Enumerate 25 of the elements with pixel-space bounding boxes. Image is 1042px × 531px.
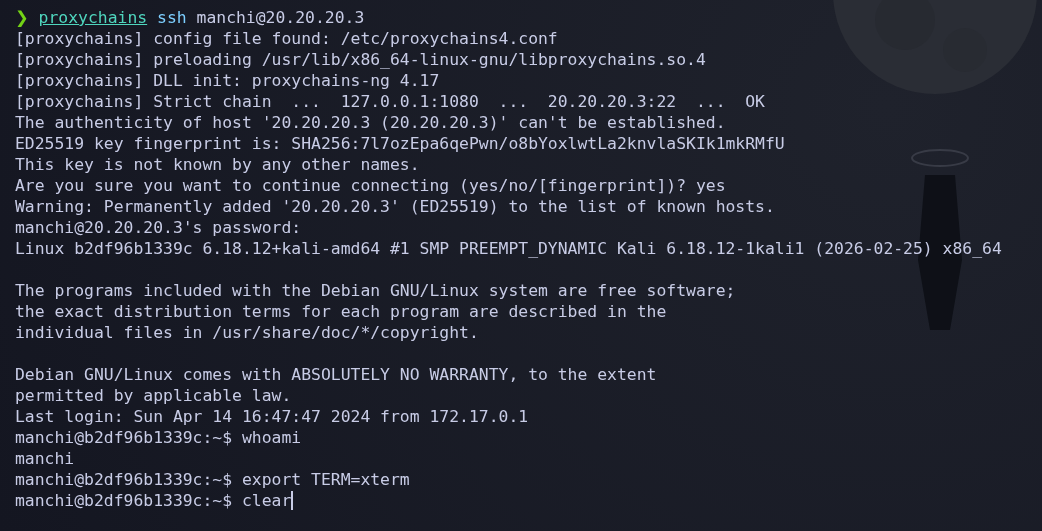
- output-line: permitted by applicable law.: [15, 386, 292, 405]
- output-line: manchi@20.20.20.3's password:: [15, 218, 302, 237]
- output-line: [proxychains] Strict chain ... 127.0.0.1:1080 ... 20.20.20.3:22 ... OK: [15, 92, 765, 111]
- command-line: manchi@b2df96b1339c:~$ clear: [15, 490, 292, 511]
- output-line: The authenticity of host '20.20.20.3 (20.20.20.3)' can't be established.: [15, 113, 726, 132]
- output-line: Debian GNU/Linux comes with ABSOLUTELY NO WARRANTY, to the extent: [15, 365, 657, 384]
- output-line: The programs included with the Debian GNU/Linux system are free software;: [15, 281, 736, 300]
- output-line: This key is not known by any other names.: [15, 155, 420, 174]
- output-line: [proxychains] config file found: /etc/proxychains4.conf: [15, 29, 558, 48]
- output-line: individual files in /usr/share/doc/*/copyright.: [15, 323, 479, 342]
- command-line: manchi@b2df96b1339c:~$ whoami: [15, 427, 302, 448]
- output-line: Warning: Permanently added '20.20.20.3' (ED25519) to the list of known hosts.: [15, 197, 775, 216]
- output-line: ED25519 key fingerprint is: SHA256:7l7ozEpa6qePwn/o8bYoxlwtLa2knvlaSKIk1mkRMfU: [15, 134, 785, 153]
- command-word: proxychains: [38, 8, 148, 27]
- output-line: the exact distribution terms for each program are described in the: [15, 302, 667, 321]
- command-line: manchi@b2df96b1339c:~$ export TERM=xterm: [15, 469, 410, 490]
- output-line: Last login: Sun Apr 14 16:47:47 2024 from 172.17.0.1: [15, 407, 529, 426]
- output-line: Linux b2df96b1339c 6.18.12+kali-amd64 #1 SMP PREEMPT_DYNAMIC Kali 6.18.12-1kali1 (2026-02-25) x86_64: [15, 239, 1002, 258]
- command-word: manchi@20.20.20.3: [196, 8, 365, 27]
- output-line: [proxychains] preloading /usr/lib/x86_64-linux-gnu/libproxychains.so.4: [15, 50, 706, 69]
- output-line: Are you sure you want to continue connecting (yes/no/[fingerprint])? yes: [15, 176, 726, 195]
- prompt-symbol: ❯: [15, 8, 29, 27]
- command-word: ssh: [157, 8, 187, 27]
- output-line: manchi: [15, 449, 75, 468]
- output-line: [proxychains] DLL init: proxychains-ng 4.17: [15, 71, 440, 90]
